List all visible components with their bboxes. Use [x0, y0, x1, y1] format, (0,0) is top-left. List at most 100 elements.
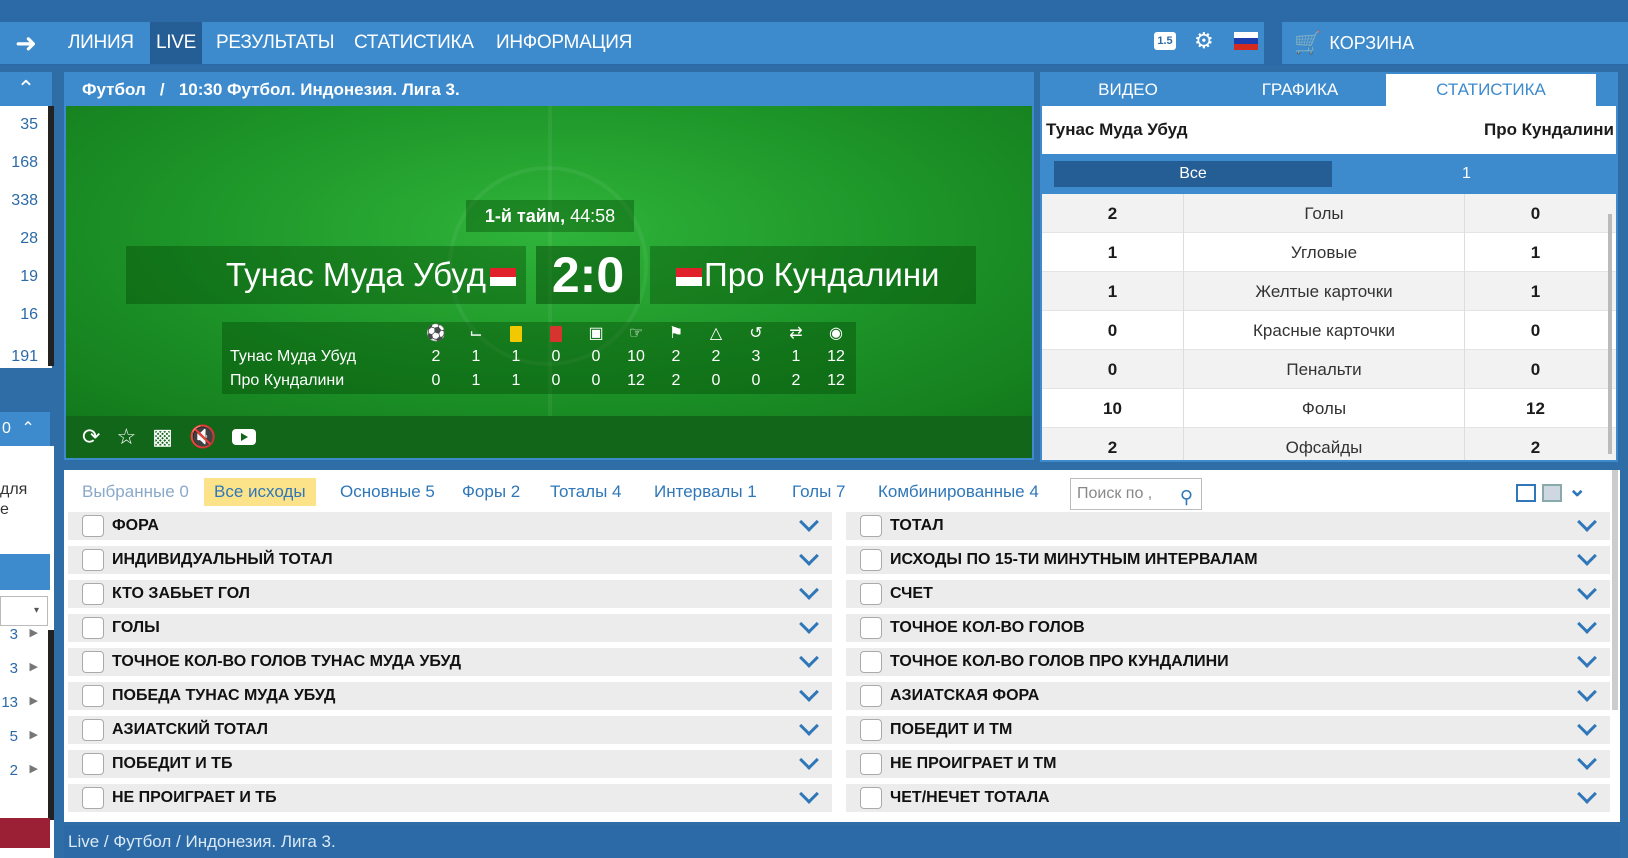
chevron-down-icon[interactable] — [1577, 750, 1597, 770]
tab-handicaps[interactable]: Форы 2 — [452, 478, 530, 506]
market-search-input[interactable]: Поиск по , ⚲ — [1070, 478, 1202, 510]
chevron-down-icon[interactable] — [1577, 784, 1597, 804]
chevron-down-icon[interactable] — [799, 512, 819, 532]
chevron-down-icon[interactable] — [1577, 580, 1597, 600]
bar-chart-icon[interactable]: ▩ — [152, 424, 173, 450]
chevron-down-icon[interactable] — [1577, 512, 1597, 532]
cart-button[interactable]: 🛒 КОРЗИНА — [1282, 22, 1628, 64]
market-row[interactable]: АЗИАТСКИЙ ТОТАЛ — [68, 716, 832, 744]
stats-scrollbar[interactable] — [1608, 214, 1612, 454]
tab-main[interactable]: Основные 5 — [330, 478, 445, 506]
chevron-down-icon[interactable] — [1577, 546, 1597, 566]
sport-count[interactable]: 19 — [0, 258, 52, 296]
chevron-down-icon[interactable] — [799, 784, 819, 804]
market-row[interactable]: ПОБЕДИТ И ТБ — [68, 750, 832, 778]
sport-count[interactable]: 35 — [0, 106, 52, 144]
tab-graphics[interactable]: ГРАФИКА — [1214, 74, 1386, 106]
tab-totals[interactable]: Тоталы 4 — [540, 478, 632, 506]
market-checkbox[interactable] — [860, 549, 882, 571]
market-row[interactable]: ТОТАЛ — [846, 512, 1610, 540]
market-row[interactable]: НЕ ПРОИГРАЕТ И ТМ — [846, 750, 1610, 778]
nav-item-statistics[interactable]: СТАТИСТИКА — [348, 22, 480, 64]
market-checkbox[interactable] — [860, 685, 882, 707]
market-row[interactable]: ТОЧНОЕ КОЛ-ВО ГОЛОВ — [846, 614, 1610, 642]
market-checkbox[interactable] — [82, 685, 104, 707]
gear-icon[interactable]: ⚙ — [1194, 28, 1214, 54]
two-column-view-icon[interactable] — [1516, 484, 1536, 502]
market-checkbox[interactable] — [82, 651, 104, 673]
market-row[interactable]: ТОЧНОЕ КОЛ-ВО ГОЛОВ ПРО КУНДАЛИНИ — [846, 648, 1610, 676]
filter-first-half[interactable]: 1 — [1462, 161, 1471, 187]
sidebar-row[interactable]: 2 ▶ — [0, 754, 52, 788]
market-checkbox[interactable] — [860, 583, 882, 605]
arrow-right-icon[interactable]: ➜ — [0, 22, 52, 64]
sport-count[interactable]: 338 — [0, 182, 52, 220]
chevron-down-icon[interactable] — [1577, 682, 1597, 702]
tab-statistics[interactable]: СТАТИСТИКА — [1386, 74, 1596, 106]
chevron-down-icon[interactable] — [799, 750, 819, 770]
tab-goals[interactable]: Голы 7 — [782, 478, 855, 506]
sidebar-row[interactable]: 3 ▶ — [0, 652, 52, 686]
market-row[interactable]: ПОБЕДА ТУНАС МУДА УБУД — [68, 682, 832, 710]
youtube-icon[interactable] — [232, 429, 257, 445]
refresh-icon[interactable]: ⟳ — [82, 424, 100, 450]
chevron-down-icon[interactable] — [799, 682, 819, 702]
market-row[interactable]: НЕ ПРОИГРАЕТ И ТБ — [68, 784, 832, 812]
market-checkbox[interactable] — [82, 515, 104, 537]
market-row[interactable]: ЧЕТ/НЕЧЕТ ТОТАЛА — [846, 784, 1610, 812]
market-checkbox[interactable] — [82, 753, 104, 775]
sidebar-scrollbar[interactable] — [48, 106, 54, 366]
market-row[interactable]: СЧЕТ — [846, 580, 1610, 608]
collapse-up-icon[interactable]: ⌃ — [0, 72, 52, 106]
market-row[interactable]: ФОРА — [68, 512, 832, 540]
sidebar-red-button[interactable] — [0, 818, 50, 848]
tab-video[interactable]: ВИДЕО — [1042, 74, 1214, 106]
tab-selected[interactable]: Выбранные 0 — [72, 478, 199, 506]
market-row[interactable]: ПОБЕДИТ И ТМ — [846, 716, 1610, 744]
markets-scrollbar[interactable] — [1612, 470, 1618, 710]
market-row[interactable]: КТО ЗАБЬЕТ ГОЛ — [68, 580, 832, 608]
tab-all-outcomes[interactable]: Все исходы — [204, 478, 316, 506]
market-checkbox[interactable] — [82, 583, 104, 605]
market-row[interactable]: ТОЧНОЕ КОЛ-ВО ГОЛОВ ТУНАС МУДА УБУД — [68, 648, 832, 676]
search-icon[interactable]: ⚲ — [1180, 482, 1193, 512]
mute-icon[interactable]: 🔇 — [189, 424, 216, 450]
sidebar-row[interactable]: 5 ▶ — [0, 720, 52, 754]
nav-item-information[interactable]: ИНФОРМАЦИЯ — [490, 22, 638, 64]
language-flag-icon[interactable] — [1234, 32, 1258, 50]
one-column-view-icon[interactable] — [1542, 484, 1562, 502]
market-checkbox[interactable] — [860, 753, 882, 775]
chevron-down-icon[interactable] — [799, 648, 819, 668]
odds-format-badge[interactable]: 1.5 — [1154, 32, 1176, 50]
market-checkbox[interactable] — [860, 617, 882, 639]
market-checkbox[interactable] — [82, 549, 104, 571]
market-checkbox[interactable] — [860, 719, 882, 741]
sidebar-lower-scrollbar[interactable] — [48, 630, 54, 820]
market-checkbox[interactable] — [82, 787, 104, 809]
collapse-all-icon[interactable]: ⌄ — [1568, 476, 1586, 502]
sidebar-blue-button[interactable] — [0, 554, 50, 590]
tab-combined[interactable]: Комбинированные 4 — [868, 478, 1049, 506]
nav-item-live[interactable]: LIVE — [150, 22, 202, 64]
sport-count[interactable]: 28 — [0, 220, 52, 258]
market-row[interactable]: АЗИАТСКАЯ ФОРА — [846, 682, 1610, 710]
chevron-down-icon[interactable] — [799, 546, 819, 566]
sidebar-row[interactable]: 13 ▶ — [0, 686, 52, 720]
chevron-down-icon[interactable] — [1577, 716, 1597, 736]
market-checkbox[interactable] — [860, 651, 882, 673]
market-checkbox[interactable] — [82, 719, 104, 741]
market-row[interactable]: ГОЛЫ — [68, 614, 832, 642]
market-row[interactable]: ИНДИВИДУАЛЬНЫЙ ТОТАЛ — [68, 546, 832, 574]
chevron-down-icon[interactable] — [799, 580, 819, 600]
sidebar-row[interactable]: 3 ▶ — [0, 618, 52, 652]
market-checkbox[interactable] — [82, 617, 104, 639]
sidebar-collapse-box[interactable]: 0 ⌃ — [0, 412, 50, 446]
market-row[interactable]: ИСХОДЫ ПО 15-ТИ МИНУТНЫМ ИНТЕРВАЛАМ — [846, 546, 1610, 574]
nav-item-results[interactable]: РЕЗУЛЬТАТЫ — [210, 22, 340, 64]
sport-count[interactable]: 168 — [0, 144, 52, 182]
nav-item-line[interactable]: ЛИНИЯ — [62, 22, 140, 64]
star-icon[interactable]: ☆ — [116, 424, 136, 450]
sport-count[interactable]: 191 — [0, 334, 52, 365]
tab-intervals[interactable]: Интервалы 1 — [644, 478, 767, 506]
sport-count[interactable]: 16 — [0, 296, 52, 334]
